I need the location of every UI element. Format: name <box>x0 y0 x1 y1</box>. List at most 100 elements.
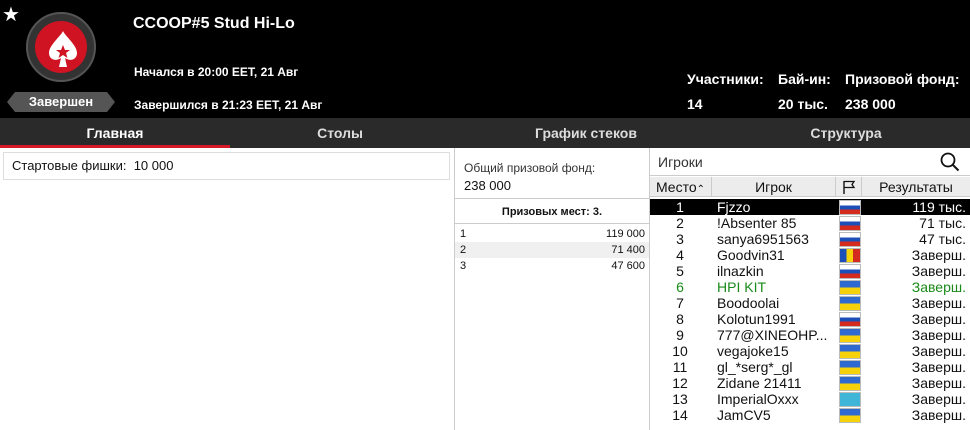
buyin-value: 20 тыс. <box>778 96 828 112</box>
player-row[interactable]: 11 gl_*serg*_gl Заверш. <box>650 359 970 375</box>
player-result: Заверш. <box>911 279 966 295</box>
player-row[interactable]: 2 !Absenter 85 71 тыс. <box>650 215 970 231</box>
player-place: 1 <box>676 199 684 215</box>
player-result: 119 тыс. <box>912 199 966 215</box>
search-icon[interactable] <box>940 152 960 172</box>
player-row[interactable]: 14 JamCV5 Заверш. <box>650 407 970 423</box>
player-place: 13 <box>672 391 688 407</box>
country-flag-icon <box>839 360 861 375</box>
player-result: Заверш. <box>911 375 966 391</box>
starting-chips-label: Стартовые фишки: <box>12 158 127 173</box>
country-flag-icon <box>839 328 861 343</box>
player-result: Заверш. <box>911 391 966 407</box>
players-search-bar[interactable]: Игроки <box>650 148 970 176</box>
tournament-title: CCOOP#5 Stud Hi-Lo <box>133 15 295 32</box>
player-name: 777@XINEOHP... <box>717 327 828 343</box>
player-place: 8 <box>676 311 684 327</box>
player-result: Заверш. <box>911 327 966 343</box>
player-row[interactable]: 5 ilnazkin Заверш. <box>650 263 970 279</box>
player-result: 47 тыс. <box>919 231 966 247</box>
player-place: 11 <box>672 359 688 375</box>
country-flag-icon <box>839 200 861 215</box>
prize-pool-value: 238 000 <box>845 96 896 112</box>
player-place: 6 <box>676 279 684 295</box>
player-result: Заверш. <box>911 263 966 279</box>
start-time: Начался в 20:00 EET, 21 Авг <box>134 65 299 79</box>
player-name: Goodvin31 <box>717 247 785 263</box>
tab-structure[interactable]: Структура <box>722 118 970 148</box>
prize-amount: 119 000 <box>606 228 645 240</box>
info-panel: Стартовые фишки: 10 000 <box>0 148 454 430</box>
player-result: Заверш. <box>911 343 966 359</box>
total-pool-label: Общий призовой фонд: <box>464 161 596 175</box>
starting-chips: Стартовые фишки: 10 000 <box>3 152 450 180</box>
end-time: Завершился в 21:23 EET, 21 Авг <box>134 98 323 112</box>
country-flag-icon <box>839 408 861 423</box>
player-row[interactable]: 6 HPI KIT Заверш. <box>650 279 970 295</box>
star-icon[interactable]: ★ <box>2 3 20 25</box>
player-name: HPI KIT <box>717 279 767 295</box>
tab-bar: Главная Столы График стеков Структура <box>0 118 970 148</box>
player-result: Заверш. <box>911 407 966 423</box>
tab-tables[interactable]: Столы <box>230 118 450 148</box>
prize-panel: Общий призовой фонд: 238 000 Призовых ме… <box>454 148 650 430</box>
player-row[interactable]: 4 Goodvin31 Заверш. <box>650 247 970 263</box>
total-pool-value: 238 000 <box>464 178 511 193</box>
player-place: 4 <box>676 247 684 263</box>
player-name: Zidane 21411 <box>717 375 802 391</box>
country-flag-icon <box>839 296 861 311</box>
player-row[interactable]: 1 Fjzzo 119 тыс. <box>650 199 970 215</box>
column-flag[interactable] <box>836 177 862 197</box>
prize-pool-label: Призовой фонд: <box>845 71 960 87</box>
prize-place: 3 <box>460 260 467 272</box>
player-place: 9 <box>676 327 684 343</box>
player-result: 71 тыс. <box>919 215 966 231</box>
player-name: Fjzzo <box>717 199 751 215</box>
country-flag-icon <box>839 232 861 247</box>
tab-main[interactable]: Главная <box>0 118 230 148</box>
column-results[interactable]: Результаты <box>862 177 970 197</box>
player-name: vegajoke15 <box>717 343 789 359</box>
player-name: sanya6951563 <box>717 231 809 247</box>
prize-row: 3 47 600 <box>455 258 649 274</box>
column-place[interactable]: Место⌃ <box>650 177 712 197</box>
players-panel: Игроки Место⌃ Игрок Результаты 1 Fjzzo 119… <box>650 148 970 430</box>
country-flag-icon <box>839 376 861 391</box>
players-search-label: Игроки <box>658 154 703 170</box>
player-row[interactable]: 10 vegajoke15 Заверш. <box>650 343 970 359</box>
tab-stack-chart[interactable]: График стеков <box>450 118 722 148</box>
country-flag-icon <box>839 312 861 327</box>
player-row[interactable]: 12 Zidane 21411 Заверш. <box>650 375 970 391</box>
player-place: 12 <box>672 375 688 391</box>
players-table-header: Место⌃ Игрок Результаты <box>650 177 970 197</box>
player-name: ilnazkin <box>717 263 764 279</box>
player-place: 14 <box>672 407 688 423</box>
player-name: Kolotun1991 <box>717 311 796 327</box>
player-row[interactable]: 13 ImperialOxxx Заверш. <box>650 391 970 407</box>
status-badge: Завершен <box>7 92 115 112</box>
player-place: 5 <box>676 263 684 279</box>
player-result: Заверш. <box>911 359 966 375</box>
player-result: Заверш. <box>911 247 966 263</box>
chevron-up-icon: ⌃ <box>696 184 706 195</box>
country-flag-icon <box>839 392 861 407</box>
player-result: Заверш. <box>911 295 966 311</box>
player-row[interactable]: 3 sanya6951563 47 тыс. <box>650 231 970 247</box>
player-name: JamCV5 <box>717 407 771 423</box>
prize-amount: 71 400 <box>611 244 645 256</box>
player-place: 7 <box>676 295 684 311</box>
buyin-label: Бай-ин: <box>778 71 831 87</box>
player-row[interactable]: 8 Kolotun1991 Заверш. <box>650 311 970 327</box>
prize-place: 1 <box>460 228 467 240</box>
player-row[interactable]: 9 777@XINEOHP... Заверш. <box>650 327 970 343</box>
flag-icon <box>842 180 855 194</box>
country-flag-icon <box>839 344 861 359</box>
starting-chips-value: 10 000 <box>133 158 174 173</box>
spade-icon <box>49 31 77 67</box>
column-player[interactable]: Игрок <box>712 177 836 197</box>
player-row[interactable]: 7 Boodoolai Заверш. <box>650 295 970 311</box>
player-place: 3 <box>676 231 684 247</box>
country-flag-icon <box>839 280 861 295</box>
pokerstars-logo <box>26 12 96 82</box>
player-name: Boodoolai <box>717 295 780 311</box>
